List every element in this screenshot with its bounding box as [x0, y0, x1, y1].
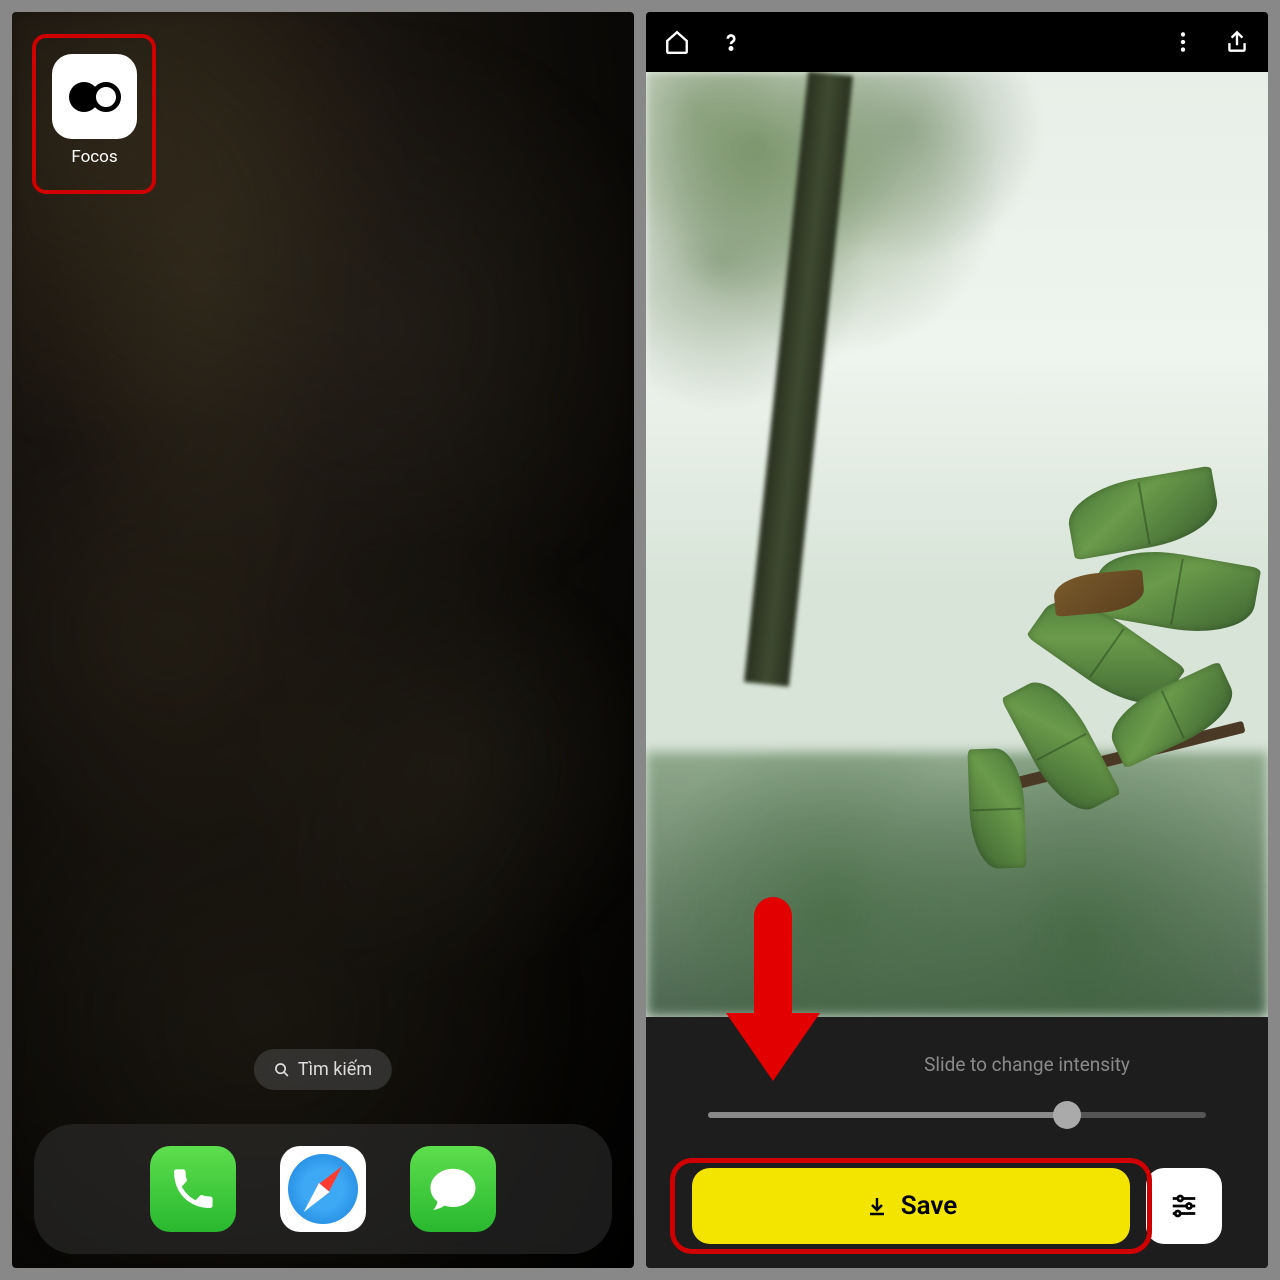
- messages-app[interactable]: [410, 1146, 496, 1232]
- focos-app-icon[interactable]: [52, 54, 137, 139]
- photo-preview[interactable]: [646, 72, 1268, 1017]
- slider-thumb[interactable]: [1053, 1101, 1081, 1129]
- help-icon[interactable]: [718, 29, 744, 55]
- share-icon[interactable]: [1224, 29, 1250, 55]
- safari-compass-icon: [288, 1154, 358, 1224]
- more-icon[interactable]: [1170, 29, 1196, 55]
- photo-content: [744, 72, 853, 687]
- ios-home-screen: Focos Tìm kiếm: [12, 12, 634, 1268]
- phone-app[interactable]: [150, 1146, 236, 1232]
- editor-toolbar: [646, 12, 1268, 72]
- focos-editor: Slide to change intensity Save: [646, 12, 1268, 1268]
- intensity-slider[interactable]: [708, 1112, 1206, 1118]
- phone-icon: [168, 1164, 218, 1214]
- dock: [34, 1124, 612, 1254]
- sliders-icon: [1169, 1191, 1199, 1221]
- search-icon: [274, 1062, 290, 1078]
- annotation-arrow: [728, 897, 818, 1097]
- messages-icon: [426, 1162, 480, 1216]
- focos-app[interactable]: Focos: [52, 54, 137, 167]
- focos-glyph-icon: [69, 82, 121, 112]
- save-button-label: Save: [901, 1191, 958, 1221]
- adjust-button[interactable]: [1146, 1168, 1222, 1244]
- save-button[interactable]: Save: [692, 1168, 1130, 1244]
- download-icon: [865, 1194, 889, 1218]
- home-icon[interactable]: [664, 29, 690, 55]
- focos-app-label: Focos: [71, 147, 117, 167]
- spotlight-search[interactable]: Tìm kiếm: [254, 1049, 392, 1090]
- safari-app[interactable]: [280, 1146, 366, 1232]
- search-label: Tìm kiếm: [298, 1059, 372, 1080]
- controls-panel: Slide to change intensity Save: [646, 1017, 1268, 1268]
